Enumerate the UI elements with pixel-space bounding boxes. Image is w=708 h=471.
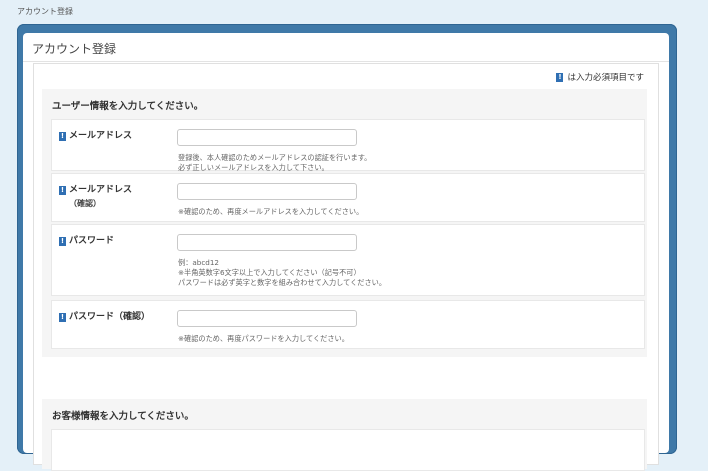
help-line: パスワードは必ず英字と数字を組み合わせて入力してください。 (178, 278, 387, 287)
help-text: 例：abcd12 ※半角英数字6文字以上で入力してください（記号不可） パスワー… (178, 258, 386, 288)
password-field[interactable] (177, 234, 357, 251)
label-sub: （確認） (69, 199, 101, 208)
password-confirm-field[interactable] (177, 310, 357, 327)
password-label: パスワード (69, 236, 115, 246)
section-heading: ユーザー情報を入力してください。 (52, 101, 204, 112)
email-label: メールアドレス (69, 131, 133, 141)
help-line: ※確認のため、再度パスワードを入力してください。 (178, 334, 349, 343)
email-confirm-label: メールアドレス （確認） (69, 184, 132, 211)
user-info-section: ユーザー情報を入力してください。 ! メールアドレス 登録後、本人確認のためメー… (42, 89, 647, 357)
help-line: ※確認のため、再度メールアドレスを入力してください。 (178, 207, 364, 216)
required-icon: ! (59, 132, 66, 141)
required-icon: ! (59, 313, 66, 322)
email-field[interactable] (177, 129, 357, 146)
help-line: 例：abcd12 (178, 258, 220, 267)
field-row-password-confirm: ! パスワード（確認） ※確認のため、再度パスワードを入力してください。 (51, 300, 645, 349)
title-divider (23, 61, 669, 62)
customer-info-section: お客様情報を入力してください。 (42, 399, 647, 471)
label-main: メールアドレス (69, 185, 133, 195)
help-line: 必ず正しいメールアドレスを入力して下さい。 (178, 163, 329, 172)
breadcrumb: アカウント登録 (17, 7, 73, 16)
required-legend-text: は入力必須項目です (567, 73, 644, 83)
required-icon: ! (59, 186, 66, 195)
field-row-email-confirm: ! メールアドレス （確認） ※確認のため、再度メールアドレスを入力してください… (51, 173, 645, 222)
required-icon: ! (556, 72, 564, 82)
field-label: ! メールアドレス （確認） (59, 184, 132, 211)
field-row-email: ! メールアドレス 登録後、本人確認のためメールアドレスの認証を行います。 必ず… (51, 119, 645, 173)
help-text: ※確認のため、再度パスワードを入力してください。 (178, 334, 349, 344)
help-text: ※確認のため、再度メールアドレスを入力してください。 (178, 207, 363, 217)
form-container: ! は入力必須項目です ユーザー情報を入力してください。 ! メールアドレス 登… (33, 63, 659, 471)
help-line: 登録後、本人確認のためメールアドレスの認証を行います。 (178, 153, 372, 162)
account-registration-panel: アカウント登録 ! は入力必須項目です ユーザー情報を入力してください。 ! メ… (23, 33, 669, 471)
field-label: ! パスワード (59, 235, 114, 248)
required-legend: ! は入力必須項目です (556, 71, 644, 83)
field-label: ! メールアドレス (59, 130, 132, 143)
field-row (51, 429, 645, 471)
password-confirm-label: パスワード（確認） (69, 312, 151, 322)
page-title: アカウント登録 (32, 42, 117, 56)
help-line: ※半角英数字6文字以上で入力してください（記号不可） (178, 268, 361, 277)
section-heading: お客様情報を入力してください。 (52, 411, 194, 422)
field-row-password: ! パスワード 例：abcd12 ※半角英数字6文字以上で入力してください（記号… (51, 224, 645, 296)
required-icon: ! (59, 237, 66, 246)
email-confirm-field[interactable] (177, 183, 357, 200)
help-text: 登録後、本人確認のためメールアドレスの認証を行います。 必ず正しいメールアドレス… (178, 153, 371, 173)
field-label: ! パスワード（確認） (59, 311, 150, 324)
